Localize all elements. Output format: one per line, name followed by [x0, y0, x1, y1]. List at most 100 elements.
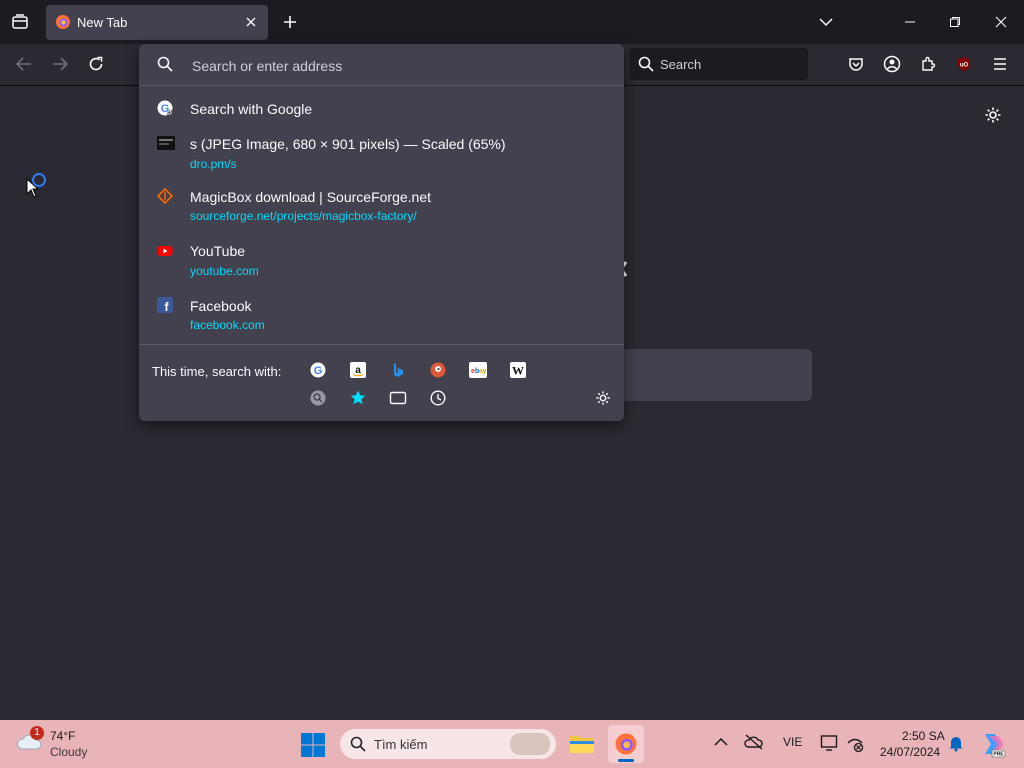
restore-icon	[950, 17, 960, 27]
minimize-button[interactable]	[896, 8, 924, 36]
windows-start-icon[interactable]	[300, 732, 326, 758]
bing-icon	[394, 363, 403, 377]
search-icon	[350, 736, 366, 752]
ebay-icon: ebay	[469, 362, 487, 378]
result-sourceforge[interactable]: MagicBox download | SourceForge.net sour…	[139, 183, 624, 227]
engine-wikipedia-button[interactable]: W	[509, 361, 527, 379]
notification-bell-icon[interactable]	[948, 734, 964, 752]
plus-icon	[284, 16, 296, 28]
result-url: facebook.com	[190, 318, 265, 332]
result-title: s (JPEG Image, 680 × 901 pixels) — Scale…	[190, 136, 506, 152]
app-menu-button[interactable]	[986, 50, 1014, 78]
copilot-icon[interactable]: PRE	[980, 730, 1006, 758]
search-highlight-image	[510, 733, 550, 755]
engine-duckduckgo-button[interactable]	[429, 361, 447, 379]
restore-button[interactable]	[941, 8, 969, 36]
urlbar-dropdown: G Search with Google s (JPEG Image, 680 …	[139, 44, 624, 421]
result-jpeg-image[interactable]: s (JPEG Image, 680 × 901 pixels) — Scale…	[139, 130, 624, 174]
weather-condition[interactable]: Cloudy	[50, 745, 87, 759]
engine-bing-button[interactable]	[389, 361, 407, 379]
google-icon: G	[157, 100, 173, 116]
tab-strip: New Tab	[0, 0, 1024, 44]
arrow-right-icon	[53, 57, 68, 71]
tab-close-button[interactable]	[242, 13, 260, 31]
result-title: YouTube	[190, 243, 246, 259]
search-icon	[157, 56, 173, 72]
new-tab-settings-button[interactable]	[980, 102, 1006, 128]
image-thumbnail-icon	[157, 136, 175, 150]
arrow-left-icon	[16, 57, 31, 71]
taskbar-search-box[interactable]: Tìm kiếm	[340, 729, 556, 759]
result-url: sourceforge.net/projects/magicbox-factor…	[190, 209, 417, 223]
reload-button[interactable]	[82, 50, 110, 78]
search-bookmarks-button[interactable]	[349, 389, 367, 407]
new-tab-search-field[interactable]	[612, 349, 812, 401]
account-button[interactable]	[878, 50, 906, 78]
close-icon	[246, 17, 256, 27]
save-to-pocket-button[interactable]	[842, 50, 870, 78]
address-bar-input[interactable]	[190, 54, 614, 78]
wikipedia-icon: W	[510, 362, 526, 378]
history-clock-icon	[430, 390, 446, 406]
tab-new-tab[interactable]: New Tab	[46, 5, 268, 40]
puzzle-icon	[922, 56, 936, 71]
result-title: MagicBox download | SourceForge.net	[190, 189, 431, 205]
google-icon: G	[310, 362, 326, 378]
svg-text:y: y	[483, 368, 487, 375]
engine-amazon-button[interactable]: a	[349, 361, 367, 379]
account-icon	[883, 55, 901, 73]
input-language-indicator[interactable]: VIE	[783, 735, 802, 749]
firefox-running-indicator	[618, 759, 634, 762]
sourceforge-icon	[157, 188, 173, 204]
back-button[interactable]	[10, 50, 38, 78]
result-facebook[interactable]: f Facebook facebook.com	[139, 291, 624, 335]
svg-text:PRE: PRE	[993, 752, 1004, 758]
search-settings-button[interactable]	[594, 389, 612, 407]
one-off-search-bar: This time, search with: G a ebay W	[139, 344, 624, 422]
taskbar-search-placeholder: Tìm kiếm	[374, 737, 428, 752]
chevron-up-icon[interactable]	[714, 737, 728, 747]
reload-icon	[89, 56, 103, 71]
result-url: dro.pm/s	[190, 157, 237, 171]
firefox-icon	[615, 733, 637, 755]
toolbar-search-placeholder: Search	[660, 57, 702, 72]
network-disconnected-icon[interactable]	[846, 735, 864, 753]
weather-temperature[interactable]: 74°F	[50, 729, 75, 743]
busy-spinner-icon	[32, 173, 46, 187]
svg-text:uO: uO	[960, 63, 969, 69]
toolbar-search-box[interactable]: Search	[630, 48, 808, 80]
onedrive-offline-icon[interactable]	[744, 733, 764, 751]
result-youtube[interactable]: YouTube youtube.com	[139, 237, 624, 281]
chevron-down-icon	[819, 18, 833, 27]
result-search-with-google[interactable]: G Search with Google	[139, 91, 624, 127]
search-history-clock-button[interactable]	[429, 389, 447, 407]
taskbar-file-explorer[interactable]	[566, 728, 598, 760]
tabs-icon	[389, 391, 407, 405]
facebook-icon: f	[157, 297, 173, 313]
result-title: Search with Google	[190, 101, 313, 117]
amazon-icon: a	[350, 362, 366, 378]
clock-time[interactable]: 2:50 SA	[902, 729, 945, 743]
forward-button[interactable]	[46, 50, 74, 78]
firefox-view-button[interactable]	[6, 8, 34, 36]
taskbar-firefox[interactable]	[608, 725, 644, 763]
list-all-tabs-button[interactable]	[814, 8, 838, 36]
clock-date[interactable]: 24/07/2024	[880, 745, 940, 759]
minimize-icon	[905, 21, 915, 23]
engine-ebay-button[interactable]: ebay	[469, 361, 487, 379]
svg-text:W: W	[512, 364, 524, 378]
duckduckgo-icon	[430, 362, 446, 378]
search-tabs-button[interactable]	[389, 389, 407, 407]
folder-icon	[570, 736, 594, 753]
gear-icon	[596, 391, 610, 405]
youtube-icon	[157, 246, 173, 256]
close-window-button[interactable]	[987, 8, 1015, 36]
new-tab-button[interactable]	[278, 10, 302, 34]
ublock-origin-button[interactable]: uO	[950, 50, 978, 78]
engine-google-button[interactable]: G	[309, 361, 327, 379]
result-url: youtube.com	[190, 264, 259, 278]
svg-text:G: G	[314, 365, 323, 377]
search-history-button[interactable]	[309, 389, 327, 407]
extensions-button[interactable]	[914, 50, 942, 78]
display-icon[interactable]	[820, 734, 838, 752]
